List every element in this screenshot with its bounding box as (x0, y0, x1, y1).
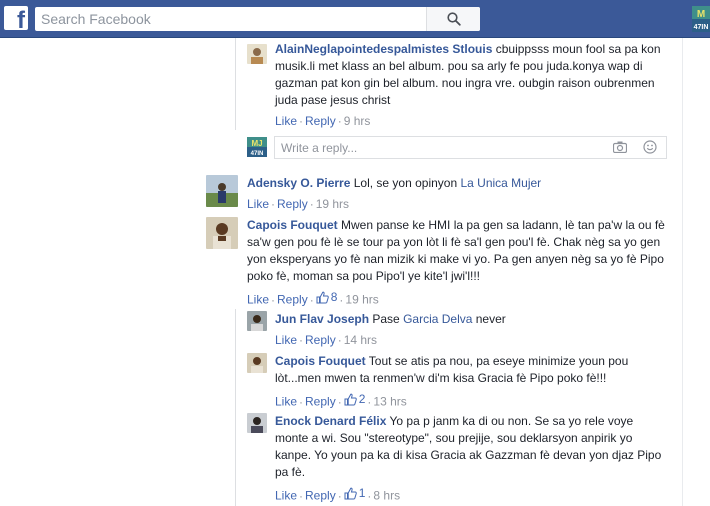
commenter-name[interactable]: Adensky O. Pierre (247, 176, 350, 190)
comment-text: Capois Fouquet Mwen panse ke HMI la pa g… (247, 217, 666, 285)
comment-text: Capois Fouquet Tout se atis pa nou, pa e… (275, 353, 665, 387)
commenter-name[interactable]: Jun Flav Joseph (275, 312, 369, 326)
reply-link[interactable]: Reply (305, 489, 336, 503)
comment-actions: Like · Reply · 14 hrs (275, 333, 378, 347)
profile-avatar[interactable]: M 47IN (692, 6, 710, 32)
thumbs-up-icon (316, 291, 329, 303)
thumbs-up-icon (344, 393, 357, 405)
like-link[interactable]: Like (275, 489, 297, 503)
reply-composer: MJ 47IN (247, 136, 667, 159)
commenter-avatar[interactable] (206, 217, 238, 249)
reply-link[interactable]: Reply (305, 114, 336, 128)
right-column-divider (682, 38, 683, 506)
comment-actions: Like · Reply · 2 · 13 hrs (275, 392, 407, 409)
commenter-avatar[interactable] (247, 413, 267, 433)
facebook-logo-letter: f (17, 7, 25, 31)
comment-actions: Like · Reply · 9 hrs (275, 114, 371, 128)
commenter-name[interactable]: AlainNeglapointedespalmistes Stlouis (275, 42, 492, 56)
svg-text:47IN: 47IN (251, 151, 264, 157)
comment-actions: Like · Reply · 1 · 8 hrs (275, 486, 401, 503)
comment-timestamp[interactable]: 19 hrs (345, 293, 378, 307)
comment-message: Lol, se yon opinyon (350, 176, 461, 190)
facebook-logo-icon[interactable]: f (4, 6, 28, 30)
reply-input[interactable] (274, 136, 667, 159)
comment-message-end: never (472, 312, 506, 326)
like-link[interactable]: Like (275, 114, 297, 128)
commenter-avatar[interactable] (247, 44, 267, 64)
commenter-avatar[interactable] (247, 311, 267, 331)
commenter-name[interactable]: Capois Fouquet (247, 218, 338, 232)
like-link[interactable]: Like (275, 333, 297, 347)
like-count[interactable]: 1 (344, 486, 365, 500)
emoji-icon[interactable] (643, 140, 657, 154)
thumbs-up-icon (344, 487, 357, 499)
search-input[interactable] (35, 7, 426, 31)
search-bar (35, 7, 480, 31)
reply-link[interactable]: Reply (305, 395, 336, 409)
mentioned-user-link[interactable]: La Unica Mujer (460, 176, 541, 190)
comment-timestamp[interactable]: 14 hrs (344, 333, 377, 347)
svg-text:47IN: 47IN (694, 24, 709, 31)
comment-actions: Like · Reply · 19 hrs (247, 197, 350, 211)
commenter-name[interactable]: Enock Denard Félix (275, 414, 386, 428)
comment-timestamp[interactable]: 8 hrs (373, 489, 400, 503)
camera-icon[interactable] (613, 141, 627, 153)
svg-text:M: M (697, 9, 705, 20)
top-navigation-bar: f M 47IN (0, 0, 710, 38)
thread-line (235, 38, 236, 130)
commenter-name[interactable]: Capois Fouquet (275, 354, 366, 368)
like-count[interactable]: 8 (316, 290, 337, 304)
search-button[interactable] (426, 7, 480, 31)
reply-link[interactable]: Reply (277, 293, 308, 307)
comment-text: Enock Denard Félix Yo pa p janm ka di ou… (275, 413, 665, 481)
reply-link[interactable]: Reply (277, 197, 308, 211)
thread-line (235, 309, 236, 506)
like-link[interactable]: Like (275, 395, 297, 409)
like-count[interactable]: 2 (344, 392, 365, 406)
comment-message: Pase (369, 312, 404, 326)
comment-timestamp[interactable]: 9 hrs (344, 114, 371, 128)
comment-text: Jun Flav Joseph Pase Garcia Delva never (275, 311, 665, 328)
commenter-avatar[interactable] (247, 353, 267, 373)
reply-link[interactable]: Reply (305, 333, 336, 347)
commenter-avatar[interactable] (206, 175, 238, 207)
svg-text:MJ: MJ (251, 139, 262, 148)
comment-timestamp[interactable]: 19 hrs (316, 197, 349, 211)
comment-text: AlainNeglapointedespalmistes Stlouis cbu… (275, 41, 665, 109)
comment-text: Adensky O. Pierre Lol, se yon opinyon La… (247, 175, 666, 192)
composer-avatar: MJ 47IN (247, 137, 267, 157)
mentioned-user-link[interactable]: Garcia Delva (403, 312, 472, 326)
like-link[interactable]: Like (247, 293, 269, 307)
like-link[interactable]: Like (247, 197, 269, 211)
comment-actions: Like · Reply · 8 · 19 hrs (247, 290, 379, 307)
comment-timestamp[interactable]: 13 hrs (373, 395, 406, 409)
search-icon (446, 12, 461, 26)
